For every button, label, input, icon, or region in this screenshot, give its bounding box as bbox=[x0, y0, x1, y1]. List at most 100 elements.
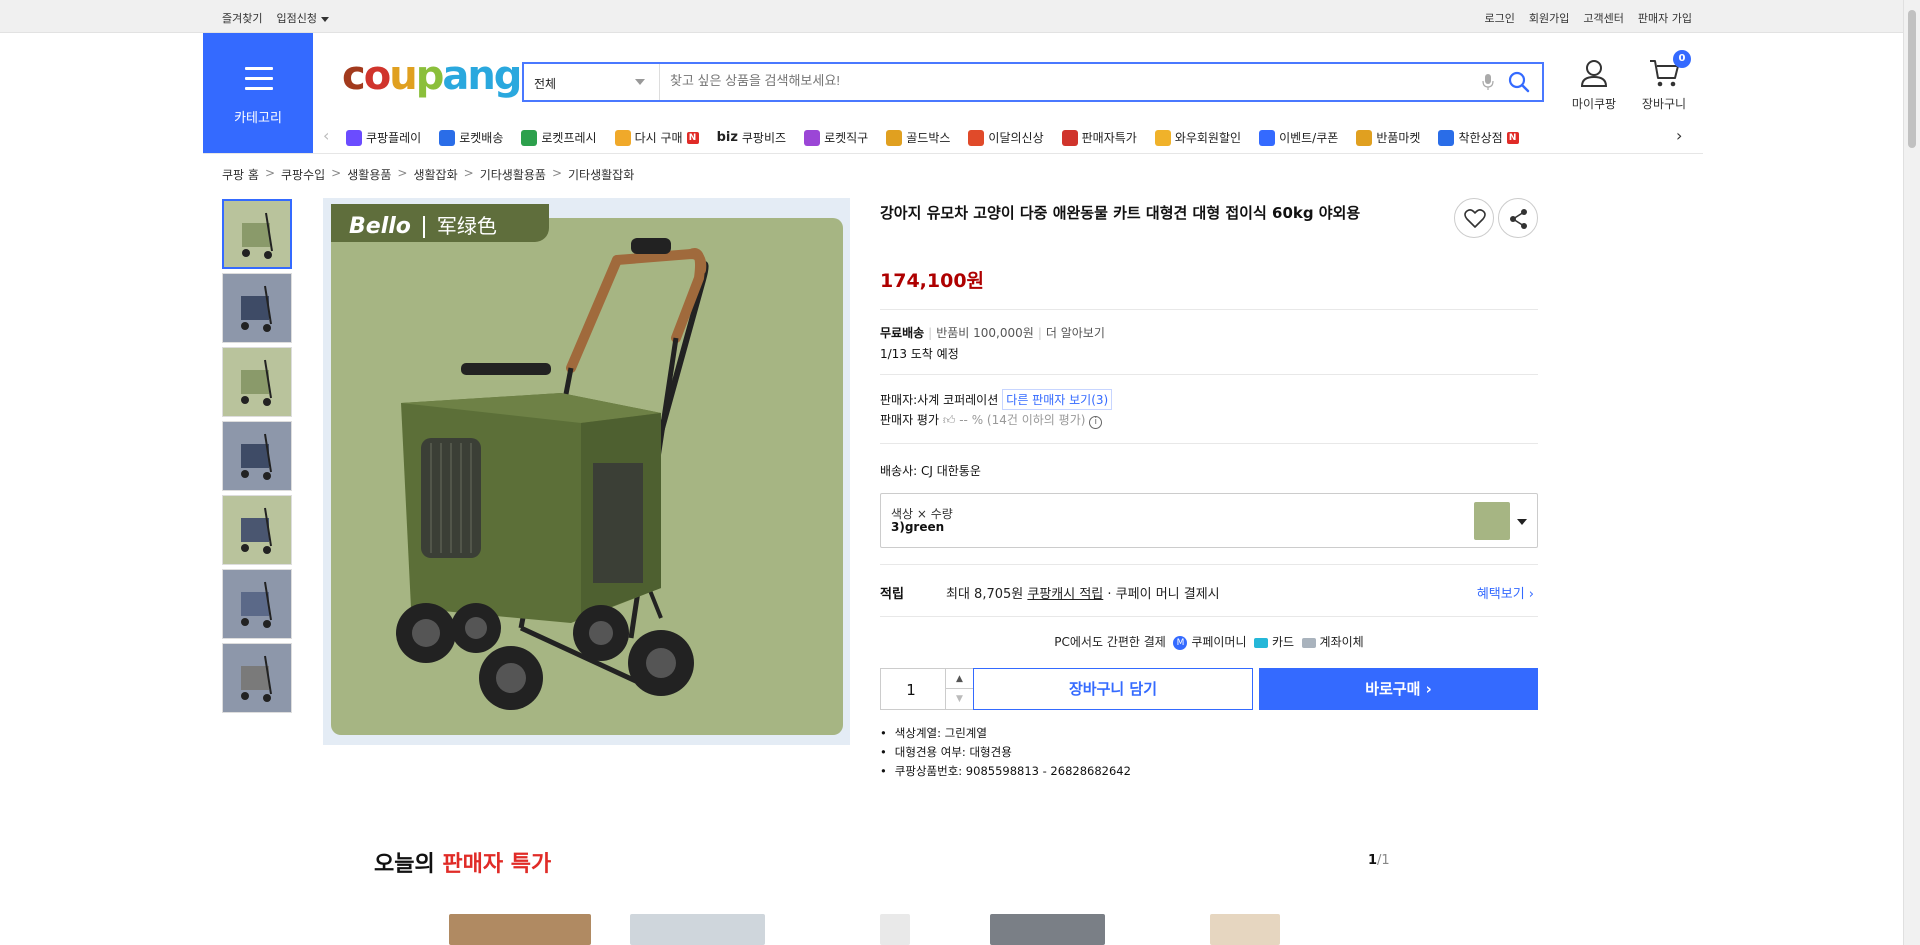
spec-list: 색상계열: 그린계열 대형견용 여부: 대형견용 쿠팡상품번호: 9085598… bbox=[880, 725, 1131, 782]
breadcrumb: 쿠팡 홈 > 쿠팡수입 > 생활용품 > 생활잡화 > 기타생활용품 > 기타생활잡화 bbox=[222, 166, 635, 183]
user-icon bbox=[1580, 60, 1608, 87]
deal-product-image[interactable] bbox=[449, 914, 591, 945]
nav-item-label: 골드박스 bbox=[906, 131, 951, 145]
deals-pager: 1/1 bbox=[1368, 853, 1390, 868]
coupay-money-icon: M bbox=[1173, 635, 1188, 650]
scrollbar-thumb[interactable] bbox=[1908, 10, 1916, 148]
divider bbox=[880, 616, 1538, 617]
rocket-fresh-icon bbox=[521, 129, 538, 146]
quantity-input[interactable]: 1 bbox=[881, 681, 941, 699]
stroller-thumbnail-icon bbox=[242, 212, 273, 259]
nav-item[interactable]: 와우회원할인 bbox=[1154, 129, 1241, 146]
seller-apply-label: 입점신청 bbox=[276, 12, 317, 25]
divider bbox=[880, 309, 1538, 310]
search-icon[interactable] bbox=[1508, 71, 1530, 93]
buy-now-label: 바로구매 bbox=[1365, 680, 1421, 698]
option-select[interactable]: 색상 × 수량 3)green bbox=[880, 493, 1538, 548]
pet-stroller-illustration bbox=[396, 238, 709, 710]
quantity-increase-button[interactable]: ▲ bbox=[945, 669, 973, 689]
login-link[interactable]: 로그인 bbox=[1485, 10, 1515, 26]
pager-total: /1 bbox=[1377, 853, 1390, 868]
nav-item[interactable]: 로켓배송 bbox=[439, 129, 503, 146]
card-label: 카드 bbox=[1271, 635, 1295, 649]
nav-item[interactable]: biz 쿠팡비즈 bbox=[717, 129, 787, 146]
search-input[interactable] bbox=[670, 73, 1450, 88]
thumbnail-image[interactable] bbox=[222, 421, 292, 491]
search-category-value: 전체 bbox=[534, 77, 557, 91]
thumbnail-image[interactable] bbox=[222, 495, 292, 565]
nav-item[interactable]: 로켓직구 bbox=[804, 129, 868, 146]
divider bbox=[880, 443, 1538, 444]
new-badge: N bbox=[686, 131, 699, 144]
main-product-image[interactable]: Bello 军绿色 bbox=[323, 198, 850, 745]
nav-item-label: 이달의신상 bbox=[988, 131, 1044, 145]
thumbnail-image[interactable] bbox=[222, 199, 292, 269]
nav-item[interactable]: 다시 구매 N bbox=[614, 129, 699, 146]
nav-item[interactable]: 로켓프레시 bbox=[521, 129, 597, 146]
breadcrumb-item[interactable]: 쿠팡 홈 bbox=[222, 166, 259, 183]
breadcrumb-item[interactable]: 쿠팡수입 bbox=[281, 166, 325, 183]
nav-item[interactable]: 판매자특가 bbox=[1061, 129, 1137, 146]
nav-item[interactable]: 반품마켓 bbox=[1356, 129, 1420, 146]
bank-transfer-label: 계좌이체 bbox=[1319, 635, 1364, 649]
benefits-link[interactable]: 혜택보기 › bbox=[1477, 583, 1534, 602]
goldbox-icon bbox=[886, 129, 903, 146]
thumbnail-image[interactable] bbox=[222, 643, 292, 713]
share-button[interactable] bbox=[1498, 198, 1538, 238]
bookmark-link[interactable]: 즐겨찾기 bbox=[222, 10, 262, 26]
nav-item[interactable]: 이달의신상 bbox=[968, 129, 1044, 146]
deal-product-image[interactable] bbox=[880, 914, 910, 945]
microphone-icon[interactable] bbox=[1482, 73, 1494, 91]
repurchase-icon bbox=[614, 129, 631, 146]
option-thumbnail bbox=[1474, 502, 1510, 540]
category-menu-button[interactable]: 카테고리 bbox=[203, 33, 313, 153]
breadcrumb-item[interactable]: 생활잡화 bbox=[413, 166, 457, 183]
wishlist-button[interactable] bbox=[1454, 198, 1494, 238]
nav-prev-arrow-icon[interactable]: ‹ bbox=[323, 128, 333, 144]
other-sellers-link[interactable]: 다른 판매자 보기(3) bbox=[1002, 389, 1113, 410]
buy-now-button[interactable]: 바로구매 › bbox=[1259, 668, 1538, 710]
nav-next-arrow-icon[interactable]: › bbox=[1676, 128, 1686, 144]
quantity-decrease-button[interactable]: ▼ bbox=[945, 689, 973, 709]
nav-item[interactable]: 쿠팡플레이 bbox=[346, 129, 421, 146]
good-shop-icon bbox=[1438, 129, 1455, 146]
nav-item[interactable]: 착한상점 N bbox=[1438, 129, 1519, 146]
signup-link[interactable]: 회원가입 bbox=[1529, 10, 1569, 26]
breadcrumb-item[interactable]: 기타생활용품 bbox=[480, 166, 546, 183]
info-icon[interactable]: i bbox=[1089, 416, 1103, 429]
cart-count-badge: 0 bbox=[1673, 50, 1691, 68]
mycoupang-button[interactable]: 마이쿠팡 bbox=[1564, 58, 1624, 112]
deal-product-image[interactable] bbox=[1210, 914, 1280, 945]
pager-current: 1 bbox=[1368, 853, 1378, 868]
deals-heading: 오늘의 판매자 특가 bbox=[374, 852, 552, 877]
add-to-cart-button[interactable]: 장바구니 담기 bbox=[973, 668, 1253, 710]
nav-item[interactable]: 골드박스 bbox=[886, 129, 950, 146]
deal-product-image[interactable] bbox=[990, 914, 1105, 945]
coupang-cash-link[interactable]: 쿠팡캐시 적립 bbox=[1027, 587, 1103, 602]
mycoupang-label: 마이쿠팡 bbox=[1571, 97, 1617, 111]
nav-item-label: 쿠팡비즈 bbox=[741, 131, 787, 145]
new-badge: N bbox=[1506, 131, 1519, 144]
thumbnail-image[interactable] bbox=[222, 569, 292, 639]
spec-item: 쿠팡상품번호: 9085598813 - 26828682642 bbox=[880, 763, 1131, 779]
coupang-logo[interactable]: coupang bbox=[342, 54, 522, 98]
nav-item-label: 다시 구매 bbox=[634, 131, 683, 145]
nav-item-label: 이벤트/쿠폰 bbox=[1279, 131, 1339, 145]
seller-signup-link[interactable]: 판매자 가입 bbox=[1638, 10, 1692, 26]
search-category-select[interactable]: 전체 bbox=[524, 64, 660, 100]
free-shipping-label: 무료배송 bbox=[880, 326, 925, 340]
spec-item: 대형견용 여부: 대형견용 bbox=[880, 744, 1131, 760]
deal-product-image[interactable] bbox=[630, 914, 765, 945]
thumbnail-image[interactable] bbox=[222, 273, 292, 343]
thumbnail-image[interactable] bbox=[222, 347, 292, 417]
page-scrollbar[interactable] bbox=[1903, 0, 1920, 945]
nav-item[interactable]: 이벤트/쿠폰 bbox=[1259, 129, 1338, 146]
seller-apply-link[interactable]: 입점신청 bbox=[276, 10, 329, 26]
global-icon bbox=[804, 129, 821, 146]
customer-center-link[interactable]: 고객센터 bbox=[1583, 10, 1623, 26]
stroller-thumbnail-icon bbox=[241, 359, 272, 406]
more-info-link[interactable]: 더 알아보기 bbox=[1046, 326, 1105, 340]
breadcrumb-item[interactable]: 생활용품 bbox=[347, 166, 391, 183]
breadcrumb-item[interactable]: 기타생활잡화 bbox=[568, 166, 634, 183]
seller-label: 판매자: bbox=[880, 393, 918, 407]
